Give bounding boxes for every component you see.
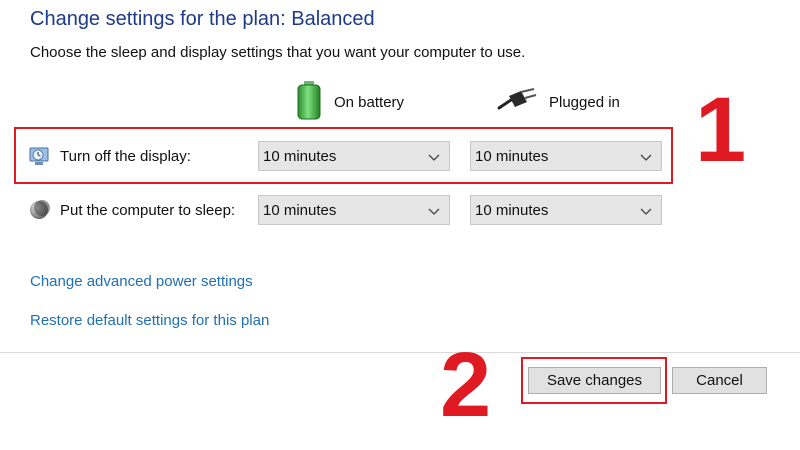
setting-label-sleep: Put the computer to sleep: <box>60 201 236 219</box>
footer-divider <box>0 352 800 353</box>
dropdown-value: 10 minutes <box>475 201 549 219</box>
restore-default-settings-link[interactable]: Restore default settings for this plan <box>30 312 269 329</box>
step-marker-2: 2 <box>440 334 492 436</box>
sleep-moon-icon <box>28 199 50 221</box>
column-header-plugged-in: Plugged in <box>497 82 620 122</box>
column-label-on-battery: On battery <box>334 93 405 111</box>
sleep-on-battery-dropdown[interactable]: 10 minutes <box>258 195 450 225</box>
chevron-down-icon <box>428 208 440 215</box>
column-header-on-battery: On battery <box>296 80 405 124</box>
power-plug-icon <box>497 86 537 118</box>
highlight-box-save-button <box>521 357 667 404</box>
chevron-down-icon <box>640 208 652 215</box>
sleep-plugged-in-dropdown[interactable]: 10 minutes <box>470 195 662 225</box>
step-marker-1: 1 <box>695 79 747 181</box>
page-subtitle: Choose the sleep and display settings th… <box>30 44 526 61</box>
change-advanced-power-settings-link[interactable]: Change advanced power settings <box>30 273 253 290</box>
highlight-box-display-row <box>14 127 673 184</box>
page-title: Change settings for the plan: Balanced <box>30 8 375 30</box>
dropdown-value: 10 minutes <box>263 201 337 219</box>
column-label-plugged-in: Plugged in <box>549 93 620 111</box>
setting-row-sleep: Put the computer to sleep: <box>28 195 235 225</box>
battery-icon <box>296 80 322 124</box>
cancel-button[interactable]: Cancel <box>672 367 767 394</box>
